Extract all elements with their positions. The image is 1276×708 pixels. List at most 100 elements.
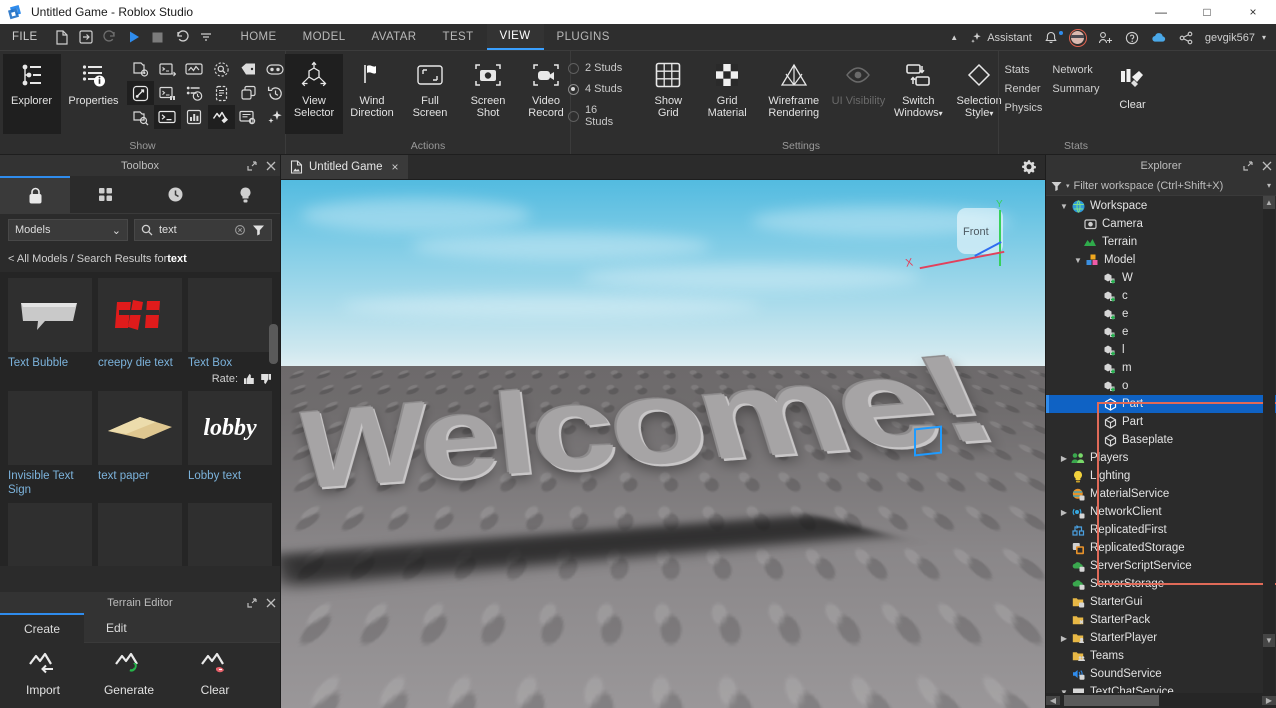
terrain-generate-button[interactable]: Generate	[86, 651, 172, 697]
view-selector-cube[interactable]: Front Y X	[905, 199, 1011, 270]
avatar[interactable]	[1065, 28, 1091, 47]
toolbox-tab-creations[interactable]	[210, 176, 280, 214]
scroll-left-arrow-icon[interactable]: ◀	[1046, 696, 1060, 705]
grid-material-button[interactable]: Grid Material	[696, 54, 758, 134]
tree-node-starter-gui[interactable]: StarterGui	[1046, 593, 1276, 611]
explorer-vertical-scrollbar[interactable]: ▲ ▼	[1263, 196, 1275, 693]
undock-icon[interactable]	[247, 597, 257, 608]
tab-view[interactable]: VIEW	[486, 24, 544, 50]
properties-button[interactable]: Properties	[61, 54, 127, 134]
toolbox-item[interactable]	[98, 503, 182, 566]
toolbox-tab-marketplace[interactable]	[0, 176, 70, 214]
filter-options-caret-icon[interactable]: ▾	[1267, 181, 1271, 190]
explorer-button[interactable]: Explorer	[2, 54, 61, 134]
toolbox-tab-recent[interactable]	[140, 176, 210, 214]
tree-node-terrain[interactable]: Terrain	[1046, 233, 1276, 251]
terrain-tab-edit[interactable]: Edit	[84, 613, 280, 643]
gear-icon[interactable]	[1021, 159, 1037, 175]
summary-link[interactable]: Summary	[1052, 83, 1099, 95]
radio-4-studs[interactable]	[567, 83, 579, 95]
terrain-tab-create[interactable]: Create	[0, 613, 84, 643]
add-friend-icon[interactable]	[1093, 31, 1118, 45]
full-screen-button[interactable]: Full Screen	[401, 54, 459, 134]
tag-editor-icon[interactable]	[235, 57, 262, 81]
more-commands-icon[interactable]	[194, 24, 218, 50]
tree-node-part[interactable]: Part	[1046, 413, 1276, 431]
tree-node-players[interactable]: ▶ Players	[1046, 449, 1276, 467]
task-scheduler-icon[interactable]	[181, 81, 208, 105]
chevron-down-icon[interactable]: ▼	[1058, 202, 1070, 211]
tree-node-union-o[interactable]: o	[1046, 377, 1276, 395]
tree-node-replicated-first[interactable]: ReplicatedFirst	[1046, 521, 1276, 539]
scroll-thumb[interactable]	[1064, 695, 1159, 706]
viewport-tab-close-icon[interactable]: ×	[392, 160, 399, 174]
terminal-icon[interactable]	[153, 105, 181, 129]
tree-node-union-e1[interactable]: e	[1046, 305, 1276, 323]
tree-node-workspace[interactable]: ▼ Workspace	[1046, 197, 1276, 215]
tree-node-camera[interactable]: Camera	[1046, 215, 1276, 233]
wind-direction-button[interactable]: Wind Direction	[343, 54, 401, 134]
switch-windows-caret-icon[interactable]: ▾	[939, 109, 943, 118]
stop-icon[interactable]	[146, 24, 170, 50]
tab-model[interactable]: MODEL	[290, 24, 359, 50]
tree-node-replicated-storage[interactable]: ReplicatedStorage	[1046, 539, 1276, 557]
thumb-down-icon[interactable]	[260, 373, 272, 385]
cloud-icon[interactable]	[1146, 32, 1172, 44]
tree-node-union-c[interactable]: c	[1046, 287, 1276, 305]
selection-style-caret-icon[interactable]: ▾	[989, 109, 993, 118]
physics-link[interactable]: Physics	[1005, 102, 1043, 114]
toolbox-item[interactable]: creepy die text	[98, 278, 182, 385]
performance-stats-icon[interactable]	[181, 105, 208, 129]
username-label[interactable]: gevgik567	[1200, 32, 1260, 44]
tree-node-server-script-service[interactable]: ServerScriptService	[1046, 557, 1276, 575]
network-link[interactable]: Network	[1052, 64, 1099, 76]
ui-visibility-button[interactable]: UI Visibility	[829, 54, 887, 134]
assistant-button[interactable]: Assistant	[965, 31, 1037, 44]
toolbox-item[interactable]: Invisible Text Sign	[8, 391, 92, 497]
tree-node-sound-service[interactable]: SoundService	[1046, 665, 1276, 683]
scroll-right-arrow-icon[interactable]: ▶	[1262, 696, 1276, 705]
tree-node-lighting[interactable]: Lighting	[1046, 467, 1276, 485]
view-selector-button[interactable]: View Selector	[285, 54, 343, 134]
tree-node-part-selected[interactable]: Part	[1046, 395, 1276, 413]
viewport-tab[interactable]: Untitled Game ×	[281, 155, 408, 179]
show-grid-button[interactable]: Show Grid	[640, 54, 696, 134]
tree-node-union-e2[interactable]: e	[1046, 323, 1276, 341]
toolbox-scrollbar[interactable]	[269, 324, 278, 364]
collapse-ribbon-caret[interactable]: ▲	[945, 33, 963, 42]
filter-icon[interactable]	[252, 224, 265, 236]
tree-node-starter-pack[interactable]: StarterPack	[1046, 611, 1276, 629]
redo-icon[interactable]	[98, 24, 122, 50]
tree-node-starter-player[interactable]: ▶ StarterPlayer	[1046, 629, 1276, 647]
radio-16-studs[interactable]	[567, 110, 579, 122]
terrain-editor-icon[interactable]	[126, 81, 154, 105]
filter-icon[interactable]	[1051, 181, 1062, 191]
toolbox-category-select[interactable]: Models ⌄	[8, 219, 128, 241]
account-caret-icon[interactable]: ▾	[1262, 33, 1272, 42]
tree-node-server-storage[interactable]: ServerStorage	[1046, 575, 1276, 593]
chevron-right-icon[interactable]: ▶	[1058, 634, 1070, 643]
tab-plugins[interactable]: PLUGINS	[544, 24, 623, 50]
tab-avatar[interactable]: AVATAR	[359, 24, 430, 50]
explorer-horizontal-scrollbar[interactable]: ◀ ▶	[1046, 693, 1276, 708]
tree-node-union-l[interactable]: l	[1046, 341, 1276, 359]
chevron-right-icon[interactable]: ▶	[1058, 454, 1070, 463]
toolbox-item[interactable]: lobby Lobby text	[188, 391, 272, 497]
tab-test[interactable]: TEST	[430, 24, 487, 50]
help-icon[interactable]	[1120, 31, 1144, 45]
undock-icon[interactable]	[247, 160, 257, 171]
stud-option-4[interactable]: 4 Studs	[567, 83, 626, 95]
stud-option-16[interactable]: 16 Studs	[567, 104, 626, 128]
scroll-down-arrow-icon[interactable]: ▼	[1263, 634, 1275, 647]
script-performance-icon[interactable]	[208, 57, 235, 81]
scroll-up-arrow-icon[interactable]: ▲	[1263, 196, 1275, 209]
clear-search-icon[interactable]	[234, 224, 246, 236]
close-icon[interactable]	[266, 161, 276, 171]
toolbox-item[interactable]	[8, 503, 92, 566]
minimize-button[interactable]: —	[1138, 0, 1184, 24]
toolbox-search-input[interactable]: text	[134, 219, 272, 241]
command-bar-icon[interactable]	[154, 81, 181, 105]
terrain-clear-button[interactable]: Clear	[172, 651, 258, 697]
toolbox-tab-inventory[interactable]	[70, 176, 140, 214]
share-icon[interactable]	[1174, 31, 1198, 45]
